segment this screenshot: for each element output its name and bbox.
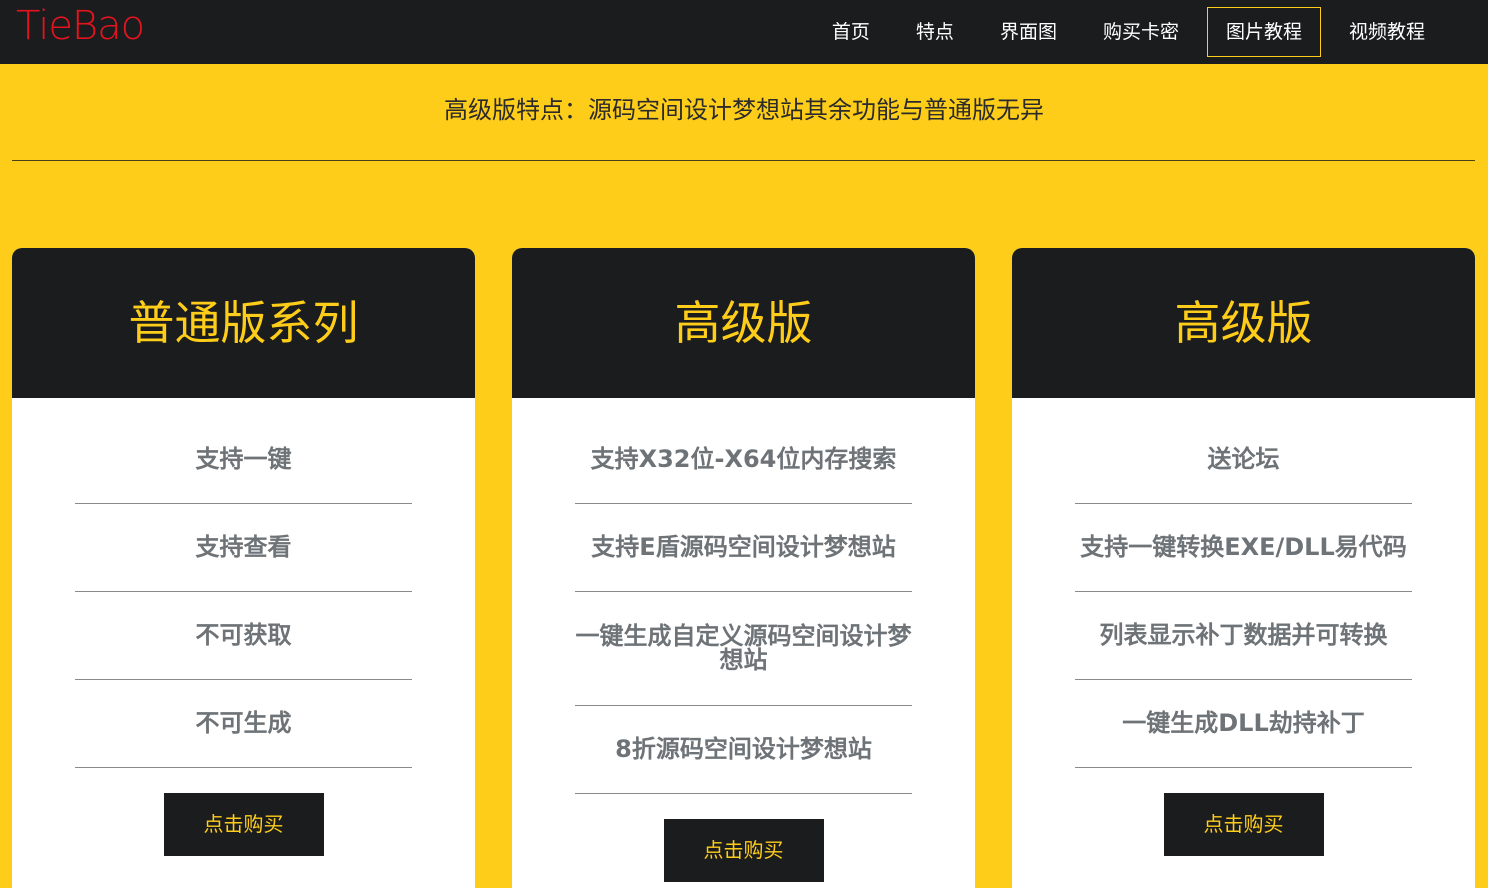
feature-item: 不可生成 [75,680,412,768]
feature-item: 一键生成DLL劫持补丁 [1075,680,1412,768]
nav-item-buy-key[interactable]: 购买卡密 [1080,7,1202,57]
pricing-card-advanced-2: 高级版 送论坛 支持一键转换EXE/DLL易代码 列表显示补丁数据并可转换 一键… [1012,248,1475,888]
feature-list: 支持一键 支持查看 不可获取 不可生成 [75,416,412,768]
feature-item: 支持一键 [75,416,412,504]
nav-item-features[interactable]: 特点 [893,7,977,57]
feature-item: 支持一键转换EXE/DLL易代码 [1075,504,1412,592]
pricing-card-advanced: 高级版 支持X32位-X64位内存搜索 支持E盾源码空间设计梦想站 一键生成自定… [512,248,975,888]
pricing-card-standard: 普通版系列 支持一键 支持查看 不可获取 不可生成 点击购买 [12,248,475,888]
nav-item-screenshots[interactable]: 界面图 [977,7,1080,57]
feature-list: 支持X32位-X64位内存搜索 支持E盾源码空间设计梦想站 一键生成自定义源码空… [575,416,912,794]
buy-button[interactable]: 点击购买 [663,819,824,882]
buy-button[interactable]: 点击购买 [163,793,324,856]
feature-description: 高级版特点：源码空间设计梦想站其余功能与普通版无异 [444,96,1044,124]
feature-item: 8折源码空间设计梦想站 [575,706,912,794]
feature-list: 送论坛 支持一键转换EXE/DLL易代码 列表显示补丁数据并可转换 一键生成DL… [1075,416,1412,768]
feature-item: 支持查看 [75,504,412,592]
nav-item-home[interactable]: 首页 [809,7,893,57]
card-title: 高级版 [512,248,975,398]
logo[interactable]: TieBao [16,2,145,50]
card-title: 高级版 [1012,248,1475,398]
card-title: 普通版系列 [12,248,475,398]
section-divider [12,160,1475,161]
feature-item: 不可获取 [75,592,412,680]
nav-item-video-tutorial[interactable]: 视频教程 [1326,7,1448,57]
nav-menu: 首页 特点 界面图 购买卡密 图片教程 视频教程 [809,0,1448,64]
top-navbar: TieBao 首页 特点 界面图 购买卡密 图片教程 视频教程 [0,0,1488,64]
feature-item: 列表显示补丁数据并可转换 [1075,592,1412,680]
feature-item: 一键生成自定义源码空间设计梦想站 [575,592,912,706]
buy-button[interactable]: 点击购买 [1163,793,1324,856]
nav-item-image-tutorial[interactable]: 图片教程 [1206,7,1321,57]
feature-item: 送论坛 [1075,416,1412,504]
feature-item: 支持X32位-X64位内存搜索 [575,416,912,504]
feature-item: 支持E盾源码空间设计梦想站 [575,504,912,592]
